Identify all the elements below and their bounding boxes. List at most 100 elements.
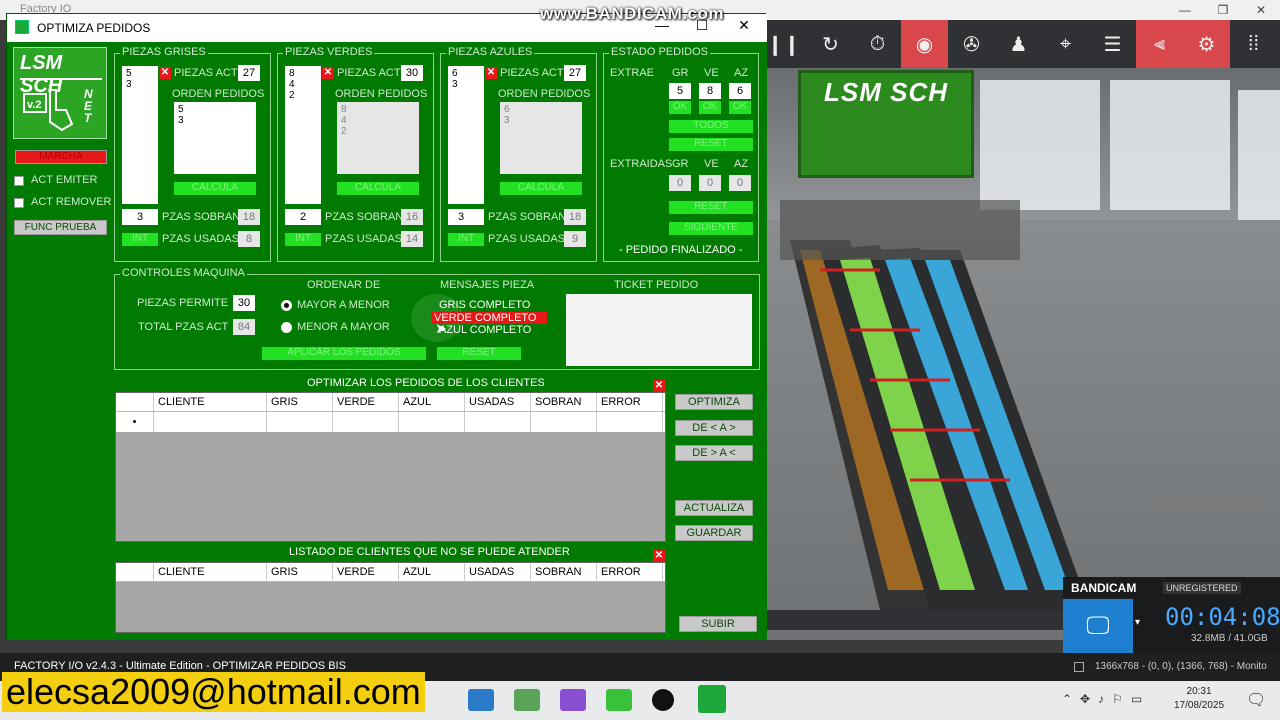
table-row[interactable]: • [116,412,665,432]
column-header[interactable]: CLIENTE [154,563,267,581]
int-button[interactable]: INT [448,233,484,246]
pedido-input[interactable]: 3 [448,209,484,225]
extrae-az-value[interactable]: 6 [729,83,751,99]
fly-camera-icon[interactable]: ✇ [948,20,995,68]
column-header[interactable]: SOBRAN [531,563,597,581]
menor-a-mayor-radio[interactable] [281,322,292,333]
guardar-button[interactable]: GUARDAR [675,525,753,541]
factory-3d-scene[interactable]: LSM SCH ❙❙ ↻ ⏱ ◉ ✇ ♟ ⌖ ☰ ⫷ ⚙ ⁞⁞ [760,20,1280,640]
calcula-button[interactable]: CALCULA [174,182,256,195]
column-header[interactable]: AZUL [399,563,465,581]
act-remover-checkbox[interactable] [14,198,24,208]
int-button[interactable]: INT [285,233,321,246]
sensor-icon[interactable]: ⫷ [1136,20,1183,68]
piezas-list[interactable]: 8 4 2 [285,66,321,204]
camera-orbit-icon[interactable]: ◉ [901,20,948,68]
table-cell[interactable] [333,412,399,432]
optimizar-grid[interactable]: CLIENTE GRIS VERDE AZUL USADAS SOBRAN ERROR • [115,392,666,542]
optimiza-button[interactable]: OPTIMIZA [675,394,753,410]
int-button[interactable]: INT [122,233,158,246]
app-icon-gear[interactable] [606,689,632,711]
extrae-ve-value[interactable]: 8 [699,83,721,99]
todos-button[interactable]: TODOS [669,120,753,133]
orden-pedidos-label: ORDEN PEDIDOS [335,88,428,100]
column-header[interactable]: VERDE [333,563,399,581]
column-header[interactable]: USADAS [465,563,531,581]
table-cell[interactable] [531,412,597,432]
mensajes-reset-button[interactable]: RESET [437,347,521,360]
column-header[interactable]: GRIS [267,563,333,581]
restore-button[interactable]: ❐ [1204,0,1242,20]
optimizar-grid-header: CLIENTE GRIS VERDE AZUL USADAS SOBRAN ERROR [116,393,665,412]
crosshair-icon[interactable]: ⌖ [1042,20,1089,68]
column-header[interactable]: GRIS [267,393,333,411]
pause-icon[interactable]: ❙❙ [760,20,807,68]
column-header[interactable]: CLIENTE [154,393,267,411]
drivers-icon[interactable]: ⚙ [1183,20,1230,68]
column-header[interactable]: ERROR [597,393,663,411]
column-header[interactable] [116,563,154,581]
listado-clear-icon[interactable]: ✕ [653,550,665,562]
close-button[interactable]: ✕ [729,17,759,34]
siguiente-button[interactable]: SIGUIENTE [669,222,753,235]
app-icon-image[interactable] [514,689,540,711]
optimizar-clear-icon[interactable]: ✕ [653,380,665,392]
ticket-pedido-box[interactable] [566,294,752,366]
app-icon-vscode[interactable] [468,689,494,711]
app-icon-record[interactable] [652,689,674,711]
first-person-icon[interactable]: ♟ [995,20,1042,68]
table-cell[interactable] [154,412,267,432]
column-header[interactable]: USADAS [465,393,531,411]
piezas-permite-input[interactable]: 30 [233,295,255,311]
pedido-input[interactable]: 2 [285,209,321,225]
sort-asc-button[interactable]: DE < A > [675,420,753,436]
stopwatch-icon[interactable]: ⏱ [854,20,901,68]
table-cell[interactable] [267,412,333,432]
column-header[interactable]: AZUL [399,393,465,411]
minimize-button[interactable]: — [1166,0,1204,20]
clear-list-icon[interactable]: ✕ [322,67,334,79]
column-header[interactable]: SOBRAN [531,393,597,411]
mayor-a-menor-label: MAYOR A MENOR [297,299,390,311]
table-cell[interactable] [597,412,663,432]
orden-pedidos-list[interactable]: 5 3 [174,102,256,174]
app-icon-optimiza[interactable] [698,685,726,713]
listado-grid[interactable]: CLIENTE GRIS VERDE AZUL USADAS SOBRAN ERROR [115,562,666,633]
chevron-down-icon[interactable]: ▾ [1135,617,1140,628]
list-icon[interactable]: ☰ [1089,20,1136,68]
system-tray[interactable]: ⌃✥♪⚐▭ [1062,692,1150,706]
region-checkbox[interactable] [1074,662,1084,672]
orden-pedidos-list[interactable]: 8 4 2 [337,102,419,174]
estado-reset-button[interactable]: RESET [669,138,753,151]
monitor-icon[interactable]: 🖵 [1063,599,1133,653]
grid-icon[interactable]: ⁞⁞ [1230,20,1277,68]
table-cell[interactable] [399,412,465,432]
calcula-button[interactable]: CALCULA [337,182,419,195]
column-header[interactable]: VERDE [333,393,399,411]
taskbar-clock[interactable]: 20:31 17/08/2025 [1174,685,1224,713]
subir-button[interactable]: SUBIR [679,616,757,632]
pedido-input[interactable]: 3 [122,209,158,225]
notifications-icon[interactable]: 🗨 [1246,690,1266,710]
act-emiter-checkbox[interactable] [14,176,24,186]
orden-pedidos-list[interactable]: 6 3 [500,102,582,174]
extraidas-reset-button[interactable]: RESET [669,201,753,214]
reset-icon[interactable]: ↻ [807,20,854,68]
close-button[interactable]: ✕ [1242,0,1280,20]
row-marker[interactable]: • [116,412,154,432]
clear-list-icon[interactable]: ✕ [485,67,497,79]
actualiza-button[interactable]: ACTUALIZA [675,500,753,516]
mayor-a-menor-radio[interactable] [281,300,292,311]
aplicar-pedidos-button[interactable]: APLICAR LOS PEDIDOS [262,347,426,360]
calcula-button[interactable]: CALCULA [500,182,582,195]
piezas-list[interactable]: 5 3 [122,66,158,204]
app-icon-visual-studio[interactable] [560,689,586,711]
sort-desc-button[interactable]: DE > A < [675,445,753,461]
piezas-list[interactable]: 6 3 [448,66,484,204]
column-header[interactable]: ERROR [597,563,663,581]
table-cell[interactable] [465,412,531,432]
extrae-gr-value[interactable]: 5 [669,83,691,99]
clear-list-icon[interactable]: ✕ [159,67,171,79]
func-prueba-button[interactable]: FUNC PRUEBA [14,220,107,235]
column-header[interactable] [116,393,154,411]
